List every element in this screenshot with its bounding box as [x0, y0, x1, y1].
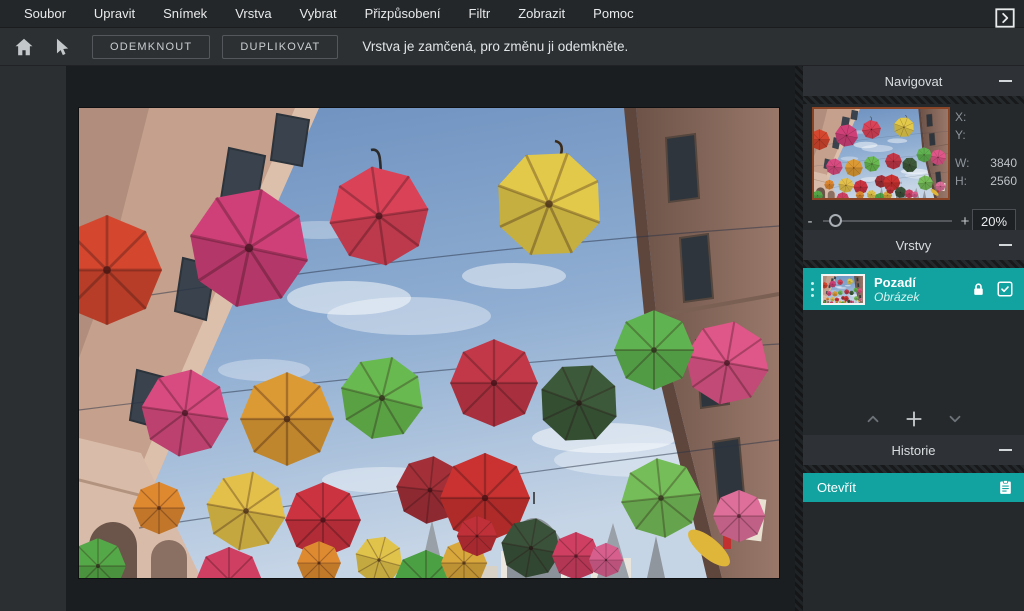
history-item-label: Otevřít	[817, 480, 997, 495]
layer-controls	[803, 403, 1024, 435]
history-title: Historie	[891, 443, 935, 458]
menu-zobrazit[interactable]: Zobrazit	[504, 0, 579, 28]
navigator-thumbnail[interactable]	[812, 107, 950, 200]
panel-resize-gutter[interactable]	[795, 66, 803, 611]
zoom-in-button[interactable]: +	[958, 213, 972, 230]
width-label: W:	[955, 156, 969, 174]
layers-empty-area	[803, 310, 1024, 403]
document-icon	[997, 479, 1014, 496]
menu-vrstva[interactable]: Vrstva	[221, 0, 285, 28]
right-panel: Navigovat X: Y: W:3840 H:2560 - + 20% Vr…	[803, 66, 1024, 611]
menu-snimek[interactable]: Snímek	[149, 0, 221, 28]
height-value: 2560	[990, 174, 1017, 192]
menu-vybrat[interactable]: Vybrat	[286, 0, 351, 28]
hatch-divider	[803, 465, 1024, 473]
menu-pomoc[interactable]: Pomoc	[579, 0, 647, 28]
history-item-open[interactable]: Otevřít	[803, 473, 1024, 502]
history-panel-header[interactable]: Historie	[803, 435, 1024, 465]
chevron-right-boxed-icon	[994, 7, 1016, 29]
collapse-dash-icon[interactable]	[999, 80, 1012, 82]
layers-title: Vrstvy	[896, 238, 932, 253]
unlock-button[interactable]: ODEMKNOUT	[92, 35, 210, 59]
hatch-divider	[803, 260, 1024, 268]
layer-drag-handle[interactable]	[805, 282, 819, 297]
cursor-arrow-icon	[51, 36, 73, 58]
layer-locked-status: Vrstva je zamčená, pro změnu ji odemknět…	[362, 39, 628, 54]
collapse-dash-icon[interactable]	[999, 449, 1012, 451]
menu-bar: Soubor Upravit Snímek Vrstva Vybrat Přiz…	[0, 0, 1024, 28]
add-layer-button[interactable]	[904, 409, 924, 429]
y-label: Y:	[955, 128, 966, 146]
lock-icon[interactable]	[970, 281, 987, 298]
layers-panel-header[interactable]: Vrstvy	[803, 230, 1024, 260]
zoom-out-button[interactable]: -	[803, 213, 817, 230]
layer-thumbnail	[821, 274, 865, 305]
visibility-checkbox-icon[interactable]	[996, 280, 1014, 298]
zoom-slider-handle[interactable]	[829, 214, 842, 227]
collapse-panel-button[interactable]	[994, 7, 1016, 29]
layer-name: Pozadí	[874, 275, 970, 290]
menu-soubor[interactable]: Soubor	[10, 0, 80, 28]
navigator-panel-header[interactable]: Navigovat	[803, 66, 1024, 96]
layer-text: Pozadí Obrázek	[874, 275, 970, 304]
height-label: H:	[955, 174, 967, 192]
width-value: 3840	[990, 156, 1017, 174]
navigator-title: Navigovat	[885, 74, 943, 89]
navigator-meta: X: Y: W: 3840 H: 2560	[955, 110, 1017, 192]
layer-type: Obrázek	[874, 290, 970, 304]
move-layer-down-button[interactable]	[946, 410, 964, 428]
x-label: X:	[955, 110, 966, 128]
duplicate-button[interactable]: DUPLIKOVAT	[222, 35, 338, 59]
layer-row-pozadi[interactable]: Pozadí Obrázek	[803, 268, 1024, 310]
menu-upravit[interactable]: Upravit	[80, 0, 149, 28]
hatch-divider	[803, 96, 1024, 104]
menu-filtr[interactable]: Filtr	[455, 0, 505, 28]
active-tool-indicator	[50, 35, 74, 59]
canvas-image[interactable]	[79, 108, 779, 578]
zoom-slider-track[interactable]	[823, 220, 952, 222]
tool-options-bar: ODEMKNOUT DUPLIKOVAT Vrstva je zamčená, …	[0, 28, 1024, 66]
home-icon	[13, 36, 35, 58]
navigator-body: X: Y: W:3840 H:2560 - + 20%	[803, 104, 1024, 230]
menu-prizpusobeni[interactable]: Přizpůsobení	[351, 0, 455, 28]
move-layer-up-button[interactable]	[864, 410, 882, 428]
home-button[interactable]	[12, 35, 36, 59]
tool-palette	[0, 66, 66, 611]
collapse-dash-icon[interactable]	[999, 244, 1012, 246]
